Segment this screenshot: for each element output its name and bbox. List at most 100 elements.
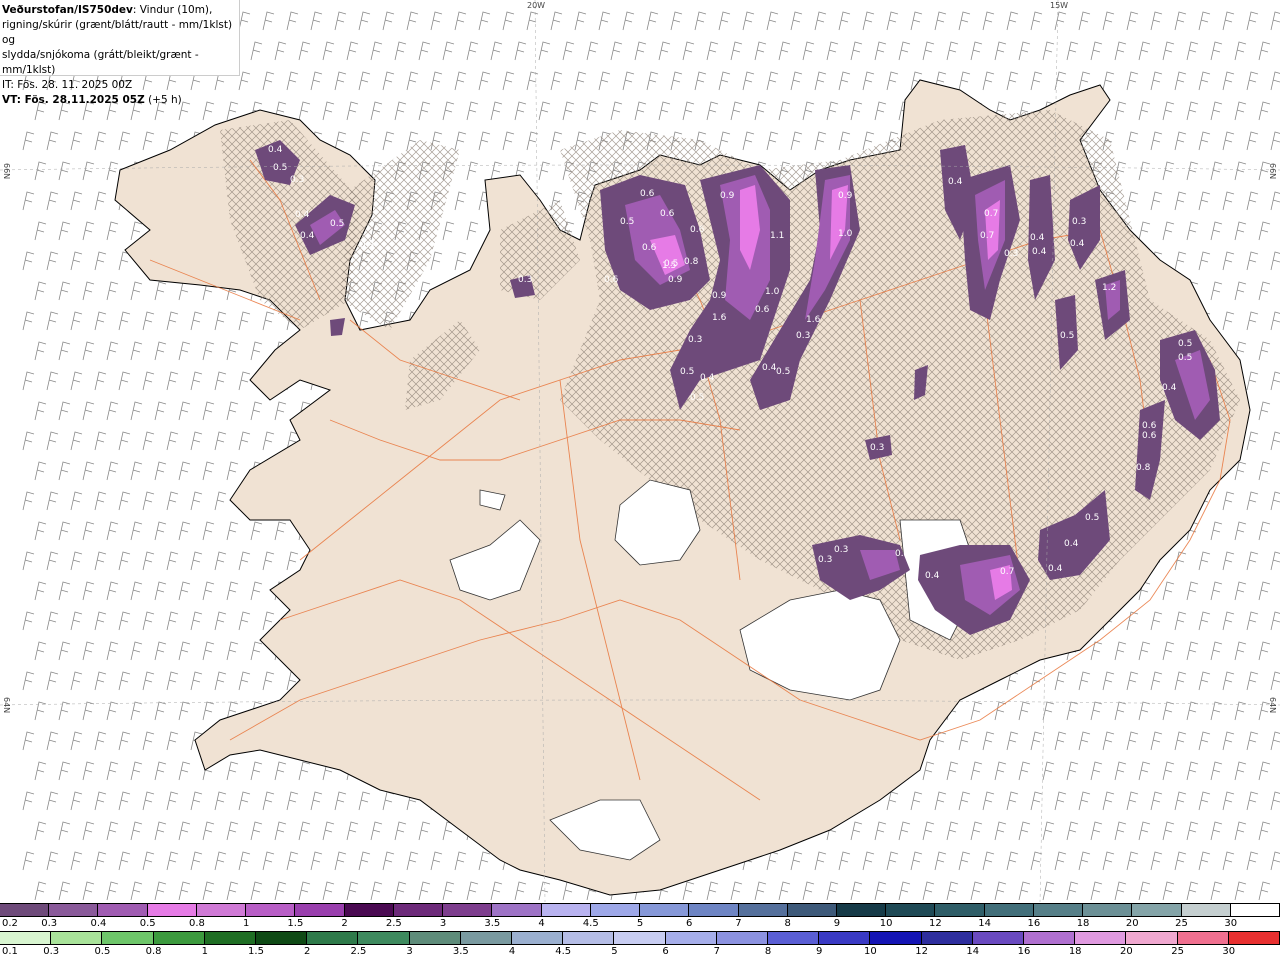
legend-swatch xyxy=(256,932,308,944)
legend-swatch xyxy=(1024,932,1076,944)
legend-rain-labels: 0.1 0.3 0.5 0.8 1 1.5 2 2.5 3 3.5 4 4.5 5 6 7 8 9 10 12 14 1… xyxy=(0,945,1280,960)
legend-swatch xyxy=(1177,932,1229,944)
map-title-box: Veðurstofan/IS750dev: Vindur (10m), rign… xyxy=(0,0,240,106)
legend-label: 0.4 xyxy=(90,918,107,929)
legend-swatch xyxy=(102,932,154,944)
precip-label: 0.5 xyxy=(620,217,634,227)
legend-label: 30 xyxy=(1224,918,1238,929)
title-source: Veðurstofan/IS750dev xyxy=(2,4,133,16)
precip-label: 0.5 xyxy=(776,367,790,377)
precip-label: 0.4 xyxy=(300,231,315,241)
precip-label: 0.3 xyxy=(870,443,884,453)
legend-label: 6 xyxy=(686,918,693,929)
legend-label: 4 xyxy=(508,946,516,957)
legend-swatch xyxy=(590,904,641,916)
legend-swatch xyxy=(972,932,1025,944)
legend-label: 4 xyxy=(538,918,545,929)
legend-label: 4.5 xyxy=(555,946,572,957)
legend-label: 1.5 xyxy=(287,918,304,929)
graticule-label-64n-right: 64N xyxy=(1268,697,1277,714)
legend-label: 20 xyxy=(1125,918,1139,929)
valid-offset: (+5 h) xyxy=(144,94,182,106)
legend-swatch xyxy=(541,904,591,916)
legend-label: 5 xyxy=(611,946,618,957)
legend-swatch xyxy=(921,932,973,944)
legend-swatch xyxy=(460,932,513,944)
graticule-label-20w: 20W xyxy=(527,1,546,10)
precip-label: 0.3 xyxy=(1004,249,1018,259)
legend-label: 6 xyxy=(662,946,669,957)
precip-label: 0.6 xyxy=(642,243,657,253)
legend-label: 2 xyxy=(341,918,348,929)
legend-swatch xyxy=(49,904,99,916)
legend-swatch xyxy=(935,904,985,916)
legend-label: 14 xyxy=(966,946,980,957)
graticule-label-15w: 15W xyxy=(1050,1,1069,10)
legend-swatch xyxy=(153,932,205,944)
legend-label: 3.5 xyxy=(452,946,469,957)
precip-label: 0.3 xyxy=(360,241,374,251)
legend-label: 16 xyxy=(1027,918,1041,929)
precip-label: 0.5 xyxy=(1060,331,1074,341)
precip-label: 0.5 xyxy=(1178,339,1192,349)
precip-label: 0.9 xyxy=(838,191,853,201)
legend-swatch xyxy=(1132,904,1182,916)
precip-label: 0.3 xyxy=(818,555,832,565)
legend-label: 10 xyxy=(864,946,877,957)
legend-label: 4.5 xyxy=(582,918,599,929)
precip-label: 1.5 xyxy=(662,261,676,271)
precip-label: 0.4 xyxy=(268,145,283,155)
precip-label: 0.9 xyxy=(720,191,735,201)
precip-label: 0.6 xyxy=(690,225,705,235)
legend-swatch xyxy=(443,904,493,916)
precip-label: 1.0 xyxy=(838,229,853,239)
legend-swatch xyxy=(665,932,717,944)
precip-label: 1.1 xyxy=(770,231,784,241)
legend-label: 7 xyxy=(713,946,720,957)
legend-label: 16 xyxy=(1017,946,1031,957)
legend-swatch xyxy=(738,904,788,916)
legend-swatch xyxy=(1181,904,1231,916)
precip-label: 0.8 xyxy=(684,257,699,267)
legend-label: 30 xyxy=(1222,946,1236,957)
legend-swatch xyxy=(98,904,148,916)
legend-swatch xyxy=(204,932,257,944)
legend-label: 5 xyxy=(636,918,644,929)
legend-label: 10 xyxy=(879,918,893,929)
legend-label: 20 xyxy=(1120,946,1133,957)
precip-label: 0.8 xyxy=(1136,463,1151,473)
title-variable: : Vindur (10m), xyxy=(132,4,213,16)
precip-label: 0.7 xyxy=(980,231,994,241)
precip-label: 0.4 xyxy=(1162,383,1177,393)
precip-label: 1.2 xyxy=(1102,283,1116,293)
legend-swatch xyxy=(787,904,837,916)
precip-label: 0.7 xyxy=(984,209,998,219)
precip-label: 0.5 xyxy=(1178,353,1192,363)
legend-label: 1.5 xyxy=(248,946,264,957)
legend-swatch xyxy=(886,904,936,916)
legend-label: 2.5 xyxy=(350,946,367,957)
legend-label: 0.1 xyxy=(2,946,18,957)
legend-swatch xyxy=(984,904,1034,916)
legend-label: 0.8 xyxy=(145,946,162,957)
precip-label: 0.5 xyxy=(1085,513,1099,523)
precip-label: 0.3 xyxy=(290,175,304,185)
graticule-label-66n-left: 66N xyxy=(2,163,11,180)
weather-map: 0.4 0.5 0.3 0.4 0.5 0.4 0.3 0.3 0.6 0.5 0.6 0.5 0.6 0… xyxy=(0,0,1280,902)
legend-label: 14 xyxy=(978,918,991,929)
legend-swatch xyxy=(836,904,887,916)
precip-label: 0.6 xyxy=(1142,431,1157,441)
legend-swatch xyxy=(0,904,50,916)
legend-label: 18 xyxy=(1076,918,1090,929)
init-time: IT: Fös. 28. 11. 2025 00Z xyxy=(2,79,133,91)
legend-swatch xyxy=(295,904,345,916)
legend-swatch xyxy=(147,904,197,916)
legend-label: 0.3 xyxy=(41,918,58,929)
valid-time: VT: Fös. 28.11.2025 05Z xyxy=(2,94,145,106)
precip-label: 0.6 xyxy=(640,189,655,199)
graticule-label-64n-left: 64N xyxy=(2,697,11,714)
legend-label: 18 xyxy=(1068,946,1082,957)
legend-swatch xyxy=(409,932,461,944)
precip-label: 0.4 xyxy=(295,210,310,220)
legend-label: 8 xyxy=(764,946,772,957)
